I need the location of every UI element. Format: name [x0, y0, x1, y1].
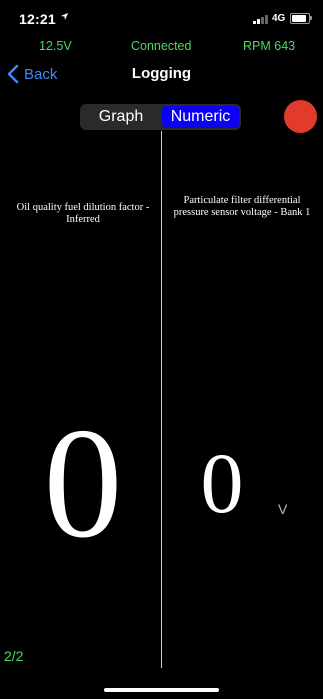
- network-type: 4G: [272, 13, 286, 24]
- column-divider: [161, 131, 162, 668]
- readout-unit-right: V: [278, 501, 288, 517]
- page-title: Logging: [131, 65, 192, 82]
- readout-label-left: Oil quality fuel dilution factor - Infer…: [16, 202, 150, 225]
- engine-rpm: RPM 643: [243, 39, 296, 53]
- battery-icon: [290, 13, 310, 24]
- segment-graph[interactable]: Graph: [82, 106, 160, 128]
- location-arrow-icon: [60, 12, 69, 23]
- record-button[interactable]: [284, 100, 317, 133]
- page-indicator: 2/2: [4, 648, 24, 664]
- connection-status: Connected: [131, 39, 192, 53]
- battery-tip: [310, 16, 312, 20]
- status-time: 12:21: [19, 11, 56, 27]
- readout-value-right: 0: [200, 435, 244, 531]
- battery-voltage: 12.5V: [39, 39, 72, 53]
- status-bar: 12:21 4G: [0, 0, 323, 36]
- cellular-signal-icon: [253, 14, 271, 24]
- readout-value-left: 0: [43, 396, 123, 571]
- home-indicator[interactable]: [104, 688, 219, 692]
- view-mode-segmented-control: Graph Numeric: [80, 104, 241, 130]
- readout-label-right: Particulate filter differential pressure…: [173, 195, 311, 218]
- segment-numeric[interactable]: Numeric: [162, 106, 239, 128]
